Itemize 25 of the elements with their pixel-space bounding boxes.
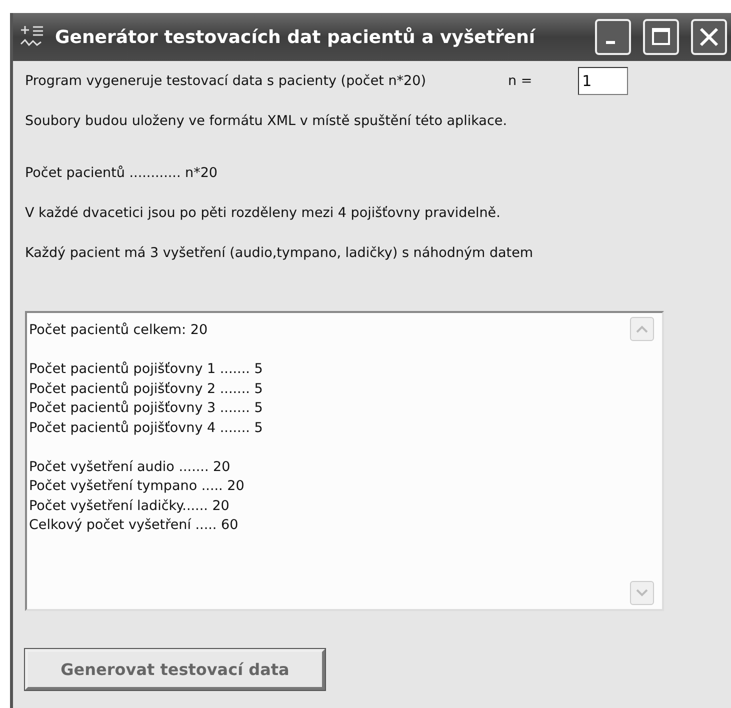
intro-text: Program vygeneruje testovací data s pacienty (počet n*20): [25, 73, 427, 89]
chevron-up-icon: [636, 325, 648, 333]
output-line: Počet vyšetření tympano ..... 20: [29, 477, 246, 496]
info-text: V každé dvacetici jsou po pěti rozděleny mezi 4 pojišťovny pravidelně.: [25, 205, 500, 221]
close-icon: [699, 27, 719, 47]
chevron-down-icon: [636, 589, 648, 597]
output-line: Počet pacientů pojišťovny 1 ....... 5: [29, 360, 264, 379]
output-line: Počet pacientů pojišťovny 4 ....... 5: [29, 418, 264, 438]
window-title: Generátor testovacích dat pacientů a vyšetření: [55, 26, 537, 48]
close-button[interactable]: [691, 19, 727, 55]
maximize-button[interactable]: [643, 19, 679, 55]
minimize-button[interactable]: [595, 19, 631, 55]
output-line: Počet pacientů pojišťovny 3 ....... 5: [29, 399, 264, 418]
maximize-icon: [651, 27, 671, 47]
output-line: Počet vyšetření ladičky...... 20: [29, 496, 230, 516]
output-line: Celkový počet vyšetření ..... 60: [29, 516, 240, 535]
n-input-field[interactable]: 1: [578, 67, 628, 95]
info-text: Každý pacient má 3 vyšetření (audio,tympano, ladičky) s náhodným datem: [25, 245, 534, 261]
info-text: Soubory budou uloženy ve formátu XML v místě spuštění této aplikace.: [25, 113, 507, 129]
output-line: Počet pacientů pojišťovny 2 ....... 5: [29, 380, 264, 398]
output-line: Počet pacientů celkem: 20: [29, 321, 209, 340]
n-label: n =: [508, 73, 532, 89]
minimize-icon: [606, 41, 615, 44]
info-text: Počet pacientů ............ n*20: [25, 165, 218, 181]
output-line: Počet vyšetření audio ....... 20: [29, 458, 232, 476]
